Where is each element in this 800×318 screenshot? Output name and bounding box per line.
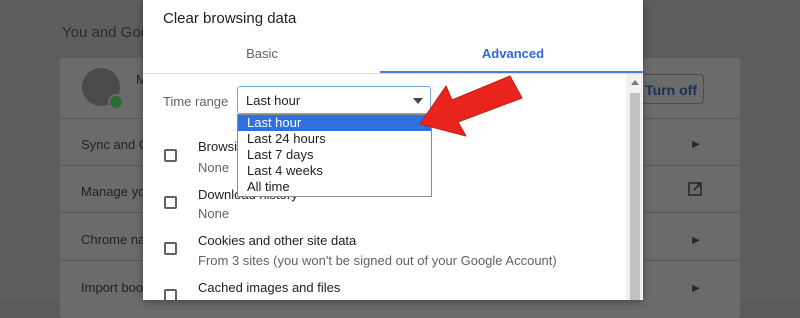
settings-row-sync[interactable]: Sync and G (81, 137, 149, 152)
scrollbar-thumb[interactable] (630, 93, 640, 300)
chevron-right-icon: ▶ (692, 235, 700, 246)
option-last-4-weeks[interactable]: Last 4 weeks (238, 163, 431, 179)
section-title: You and Goo (62, 24, 150, 41)
tab-advanced[interactable]: Advanced (443, 46, 583, 61)
external-link-icon[interactable] (688, 182, 702, 196)
time-range-dropdown-list: Last hour Last 24 hours Last 7 days Last… (237, 114, 432, 197)
cached-images-checkbox[interactable] (164, 289, 177, 300)
download-history-checkbox[interactable] (164, 196, 177, 209)
chevron-right-icon: ▶ (692, 283, 700, 294)
turn-off-sync-button[interactable]: Turn off (640, 74, 704, 104)
scroll-up-arrow-icon[interactable] (631, 80, 639, 85)
option-all-time[interactable]: All time (238, 179, 431, 195)
sync-status-dot (108, 94, 124, 110)
tab-divider (143, 73, 643, 74)
settings-row-manage[interactable]: Manage yo (81, 184, 145, 199)
settings-row-chrome-name[interactable]: Chrome na (81, 232, 145, 247)
browsing-history-detail: None (198, 160, 230, 175)
time-range-label: Time range (163, 94, 229, 109)
cookies-detail: From 3 sites (you won't be signed out of… (198, 253, 557, 268)
cookies-label: Cookies and other site data (198, 233, 357, 248)
time-range-select[interactable]: Last hour (237, 86, 431, 114)
active-tab-indicator (380, 71, 643, 73)
download-history-detail: None (198, 206, 230, 221)
option-last-7-days[interactable]: Last 7 days (238, 147, 431, 163)
settings-row-import[interactable]: Import boo (81, 280, 143, 295)
option-last-24-hours[interactable]: Last 24 hours (238, 131, 431, 147)
tab-basic[interactable]: Basic (203, 46, 321, 61)
cookies-checkbox[interactable] (164, 242, 177, 255)
cached-images-label: Cached images and files (198, 280, 341, 295)
option-last-hour[interactable]: Last hour (238, 115, 431, 131)
browsing-history-checkbox[interactable] (164, 149, 177, 162)
browsing-history-label: Browsi (198, 139, 238, 154)
dialog-title: Clear browsing data (163, 10, 297, 27)
chevron-right-icon: ▶ (692, 139, 700, 150)
dropdown-caret-icon (413, 98, 423, 104)
time-range-value: Last hour (246, 93, 301, 108)
